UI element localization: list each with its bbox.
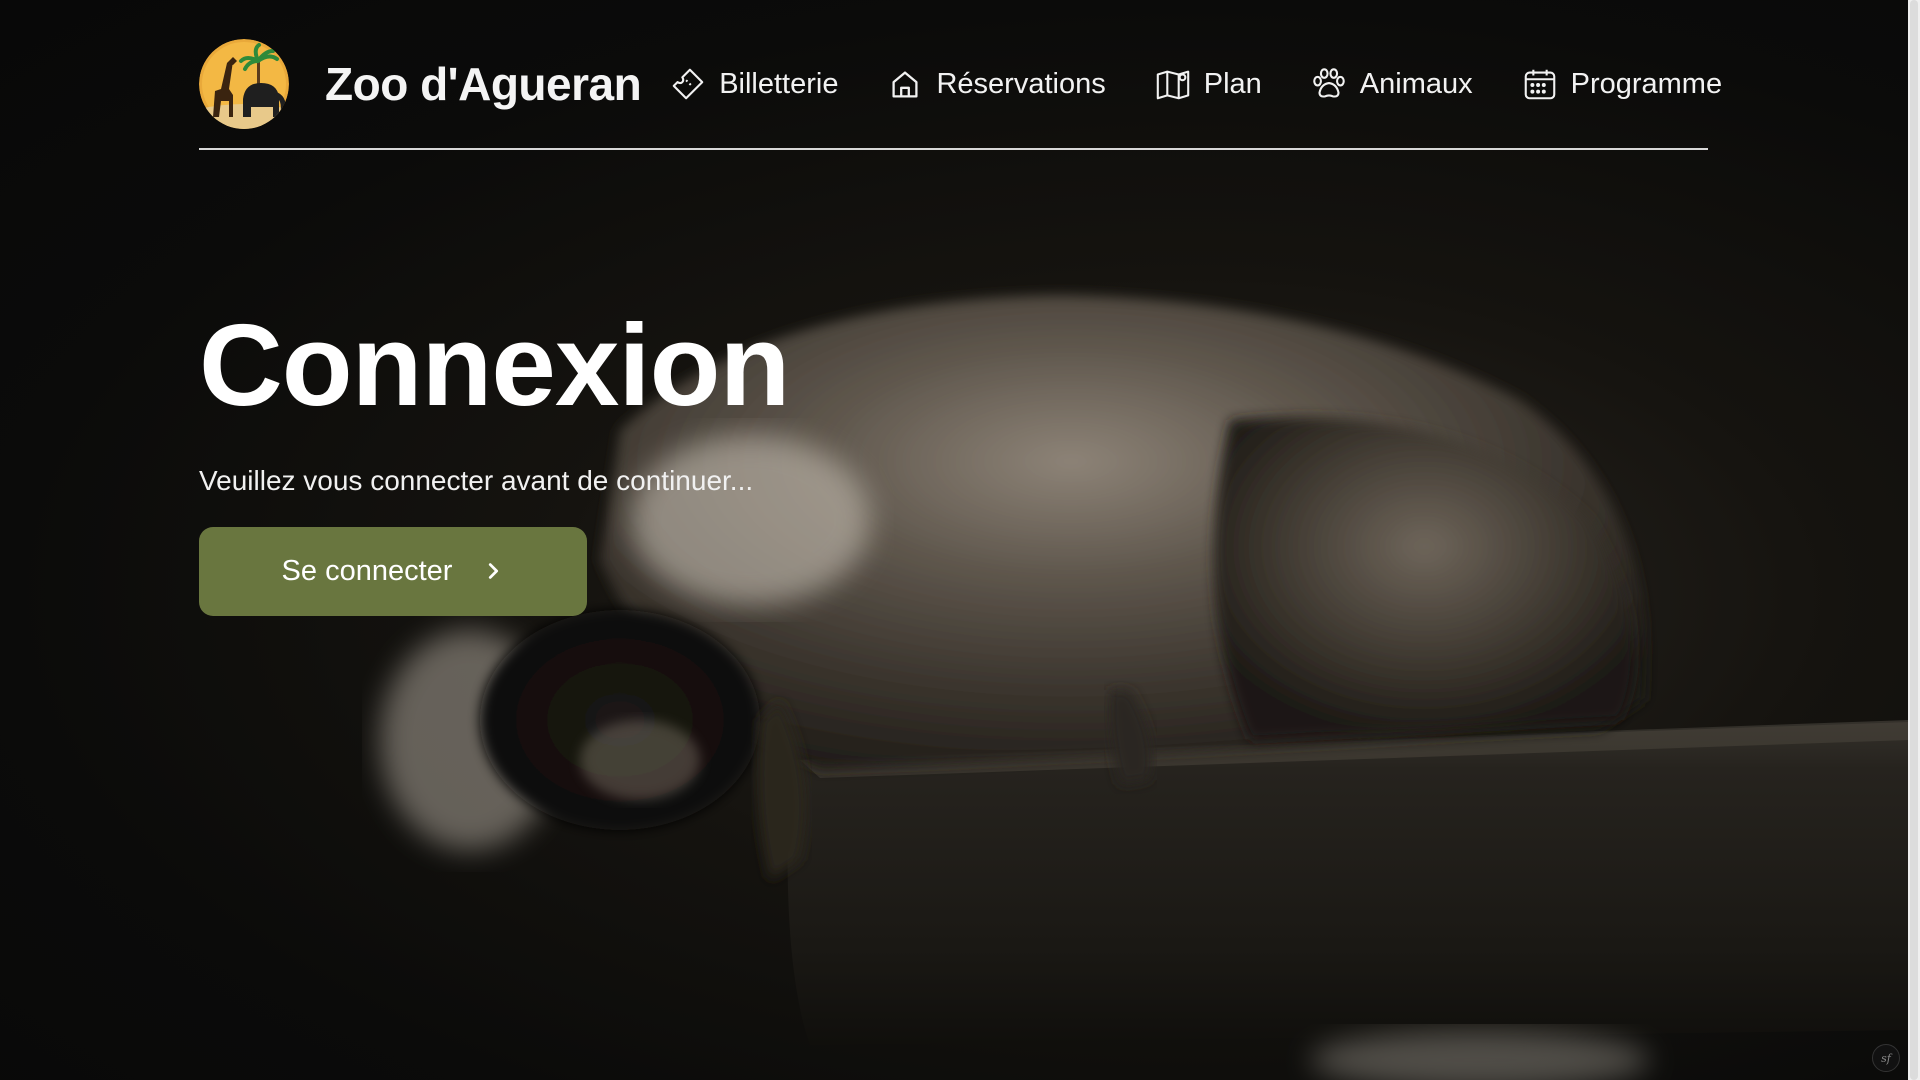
calendar-icon [1521, 65, 1559, 103]
map-icon [1154, 65, 1192, 103]
nav-item-reservations[interactable]: Réservations [886, 65, 1106, 103]
main-nav: Billetterie Réservations Plan Animaux Pr… [669, 65, 1722, 103]
scrollbar-thumb[interactable] [1910, 0, 1918, 1080]
nav-label-billetterie: Billetterie [719, 67, 839, 100]
brand-home-link[interactable]: Zoo d'Agueran [199, 39, 642, 129]
paw-icon [1310, 65, 1348, 103]
nav-item-billetterie[interactable]: Billetterie [669, 65, 838, 103]
home-icon [886, 65, 924, 103]
login-hero: Connexion Veuillez vous connecter avant … [199, 300, 790, 616]
nav-label-programme: Programme [1570, 67, 1723, 100]
login-button[interactable]: Se connecter [199, 526, 587, 616]
brand-name: Zoo d'Agueran [325, 58, 642, 110]
zoo-logo-icon [199, 39, 289, 129]
login-instruction: Veuillez vous connecter avant de continu… [199, 464, 754, 496]
nav-item-plan[interactable]: Plan [1154, 65, 1262, 103]
nav-label-animaux: Animaux [1359, 67, 1473, 100]
login-button-label: Se connecter [281, 554, 453, 587]
site-header: Zoo d'Agueran Billetterie Réservations P… [199, 30, 1722, 150]
vertical-scrollbar[interactable] [1908, 0, 1920, 1080]
chevron-right-icon [482, 560, 504, 582]
nav-label-reservations: Réservations [936, 67, 1106, 100]
nav-item-animaux[interactable]: Animaux [1310, 65, 1473, 103]
login-page: sf Zoo d'Agueran Billetterie Réservation… [0, 0, 1920, 1080]
nav-label-plan: Plan [1203, 67, 1262, 100]
symfony-toolbar-icon[interactable]: sf [1872, 1044, 1900, 1072]
ticket-icon [669, 65, 707, 103]
nav-item-programme[interactable]: Programme [1521, 65, 1723, 103]
page-title: Connexion [199, 300, 790, 430]
